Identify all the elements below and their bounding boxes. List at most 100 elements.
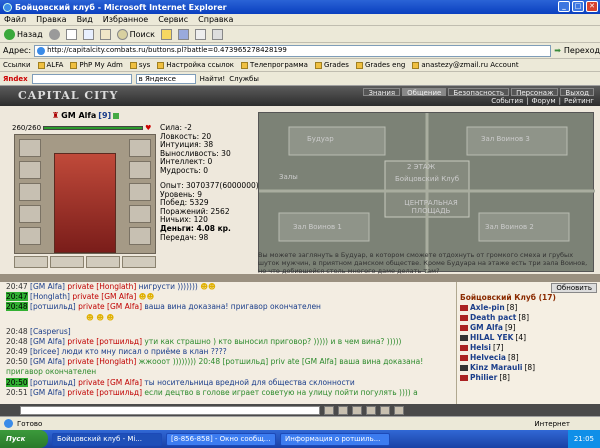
sound-icon[interactable]: [394, 405, 404, 415]
forward-button[interactable]: [48, 28, 60, 40]
ring-slot[interactable]: [14, 256, 48, 268]
armor-slot[interactable]: [19, 205, 41, 223]
back-arrow-icon: [4, 28, 15, 40]
refresh-button[interactable]: Обновить: [551, 283, 597, 293]
link-item[interactable]: Настройка ссылок: [157, 61, 234, 69]
status-bar: Готово Интернет: [0, 416, 600, 430]
yandex-find-button[interactable]: Найти!: [200, 75, 226, 83]
taskbar: Пуск Бойцовский клуб - Mi... [8-856-858]…: [0, 430, 600, 448]
go-arrow-icon[interactable]: ➡: [554, 46, 561, 55]
online-user[interactable]: Helvecia [8]: [460, 353, 597, 363]
menu-favorites[interactable]: Избранное: [103, 15, 148, 24]
mail-button[interactable]: [194, 28, 206, 40]
ie-icon: [3, 2, 12, 12]
online-user[interactable]: Kinz Marauli [8]: [460, 363, 597, 373]
info-icon[interactable]: [113, 112, 120, 119]
menu-help[interactable]: Справка: [198, 15, 233, 24]
send-icon[interactable]: [324, 405, 334, 415]
link-icon: [355, 61, 363, 69]
nav-communication[interactable]: Общение: [402, 88, 447, 97]
link-item[interactable]: sys: [129, 61, 150, 69]
clan-flag-icon: [460, 345, 468, 351]
gloves-slot[interactable]: [129, 161, 151, 179]
nav-forum[interactable]: Форум: [531, 97, 555, 105]
online-user[interactable]: Helsi [7]: [460, 343, 597, 353]
room-halls[interactable]: Залы: [279, 173, 298, 181]
settings-icon[interactable]: [380, 405, 390, 415]
chat-input[interactable]: [20, 405, 320, 415]
room-fight-club[interactable]: Бойцовский Клуб: [395, 175, 459, 183]
search-icon: [116, 28, 128, 40]
nav-rating[interactable]: Рейтинг: [564, 97, 594, 105]
online-list: Обновить Бойцовский Клуб (17) Axle-pin [8…: [456, 282, 600, 404]
menu-file[interactable]: Файл: [4, 15, 26, 24]
character-doll: [14, 134, 156, 254]
link-item[interactable]: PhP My Adm: [70, 61, 123, 69]
menu-tools[interactable]: Сервис: [158, 15, 188, 24]
link-item[interactable]: anastezy@zmail.ru Account: [412, 61, 519, 69]
earring-slot[interactable]: [129, 139, 151, 157]
yandex-services-button[interactable]: Службы: [229, 75, 259, 83]
room-warriors-2[interactable]: Зал Воинов 2: [485, 223, 534, 231]
clock: 21:05: [573, 435, 594, 443]
room-warriors-3[interactable]: Зал Воинов 3: [481, 135, 530, 143]
room-warriors-1[interactable]: Зал Воинов 1: [293, 223, 342, 231]
menu-edit[interactable]: Правка: [36, 15, 66, 24]
filter-icon[interactable]: [366, 405, 376, 415]
helmet-slot[interactable]: [19, 139, 41, 157]
online-user[interactable]: Philier [8]: [460, 373, 597, 383]
favorites-button[interactable]: [160, 28, 172, 40]
location-description: Вы можете заглянуть в Будуар, в котором …: [258, 251, 588, 275]
close-button[interactable]: ✕: [586, 1, 598, 12]
weapon-slot[interactable]: [19, 183, 41, 201]
back-button[interactable]: Назад: [4, 27, 43, 41]
address-input[interactable]: http://capitalcity.combats.ru/buttons.pl…: [34, 44, 552, 57]
online-user[interactable]: Axle-pin [8]: [460, 303, 597, 313]
search-button[interactable]: Поиск: [116, 27, 155, 41]
task-button[interactable]: [8-856-858] - Окно сообщ...: [166, 432, 276, 446]
room-boudoir[interactable]: Будуар: [307, 135, 334, 143]
task-button[interactable]: Бойцовский клуб - Mi...: [52, 432, 162, 446]
amulet-slot[interactable]: [19, 161, 41, 179]
ring-slot[interactable]: [50, 256, 84, 268]
boots-slot[interactable]: [129, 227, 151, 245]
shield-slot[interactable]: [129, 183, 151, 201]
clear-icon[interactable]: [352, 405, 362, 415]
link-item[interactable]: Grades: [314, 61, 349, 69]
task-button[interactable]: Информация о ротшиль...: [280, 432, 390, 446]
ring-slot[interactable]: [122, 256, 156, 268]
nav-character[interactable]: Персонаж: [511, 88, 559, 97]
yandex-toolbar: Яndex в Яндексе Найти! Службы: [0, 72, 600, 86]
home-button[interactable]: [99, 28, 111, 40]
link-item[interactable]: ALFA: [37, 61, 63, 69]
character-avatar: [54, 153, 116, 253]
minimize-button[interactable]: _: [558, 1, 570, 12]
nav-exit[interactable]: Выход: [560, 88, 594, 97]
nav-security[interactable]: Безопасность: [448, 88, 510, 97]
leggings-slot[interactable]: [129, 205, 151, 223]
belt-slot[interactable]: [19, 227, 41, 245]
nav-events[interactable]: События: [491, 97, 523, 105]
nav-knowledge[interactable]: Знания: [363, 88, 401, 97]
clan-flag-icon: [460, 315, 468, 321]
smiles-icon[interactable]: [338, 405, 348, 415]
refresh-button[interactable]: [82, 28, 94, 40]
online-user[interactable]: HILAL YEK [4]: [460, 333, 597, 343]
yandex-search-input[interactable]: [31, 73, 132, 84]
yandex-scope-select[interactable]: в Яндексе: [135, 73, 196, 84]
ring-slot[interactable]: [86, 256, 120, 268]
online-user[interactable]: GM Alfa [9]: [460, 323, 597, 333]
print-button[interactable]: [211, 28, 223, 40]
media-button[interactable]: [177, 28, 189, 40]
link-item[interactable]: Grades eng: [355, 61, 405, 69]
clan-icon: ♜: [52, 111, 60, 120]
stop-button[interactable]: [65, 28, 77, 40]
start-button[interactable]: Пуск: [0, 430, 48, 448]
menu-view[interactable]: Вид: [77, 15, 93, 24]
go-button[interactable]: Переход: [564, 46, 600, 55]
link-item[interactable]: Телепрограмма: [241, 61, 308, 69]
room-central-square[interactable]: ЦЕНТРАЛЬНАЯ ПЛОЩАДЬ: [391, 199, 471, 215]
online-user[interactable]: Death pact [8]: [460, 313, 597, 323]
maximize-button[interactable]: □: [572, 1, 584, 12]
panel-divider[interactable]: [0, 274, 600, 282]
